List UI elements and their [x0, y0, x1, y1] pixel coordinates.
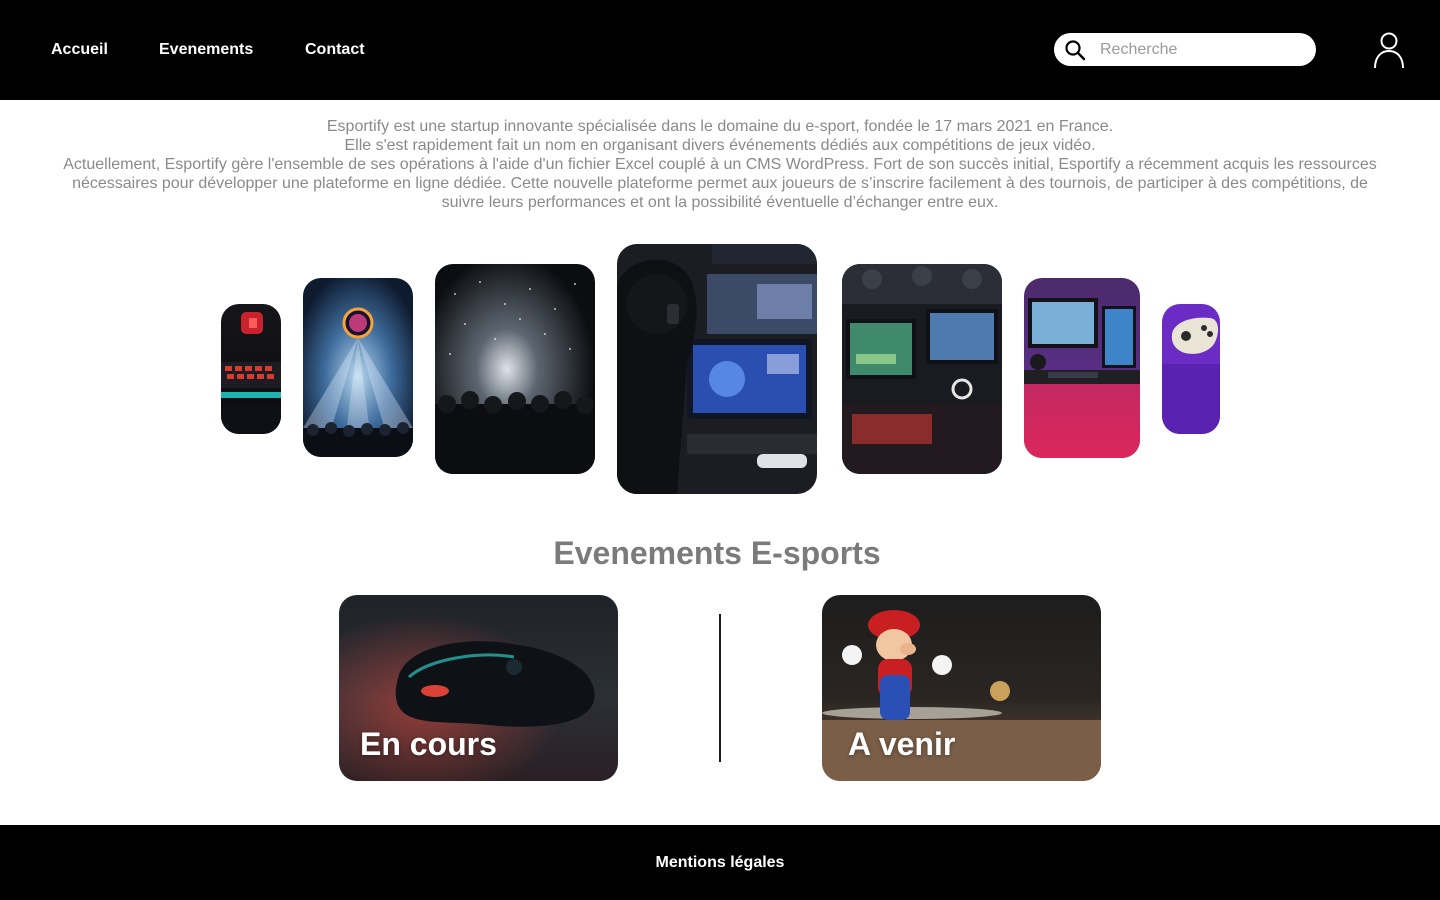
search-icon[interactable] [1064, 39, 1086, 61]
carousel-image-ea-sports[interactable] [303, 278, 413, 457]
user-icon[interactable] [1372, 31, 1406, 69]
nav-evenements[interactable]: Evenements [159, 39, 253, 61]
page: Accueil Evenements Contact Esportify est… [0, 0, 1440, 900]
carousel-image-gaming-setup[interactable] [1024, 278, 1140, 458]
carousel-image-concert-crowd[interactable] [435, 264, 595, 474]
search-input[interactable] [1100, 37, 1305, 62]
intro-line-2: Elle s'est rapidement fait un nom en org… [344, 137, 1096, 154]
event-card-label: A venir [848, 726, 956, 762]
event-card-label: En cours [360, 726, 497, 762]
top-navbar: Accueil Evenements Contact [0, 0, 1440, 100]
carousel-image-keyboard[interactable] [221, 304, 281, 434]
event-card-a-venir[interactable]: A venir [822, 595, 1101, 781]
events-section-title: Evenements E-sports [553, 535, 881, 571]
carousel-image-lan-party[interactable] [842, 264, 1002, 474]
mentions-legales-link[interactable]: Mentions légales [656, 854, 785, 871]
nav-accueil[interactable]: Accueil [51, 39, 108, 61]
intro-text: Esportify est une startup innovante spéc… [60, 117, 1380, 212]
intro-line-1: Esportify est une startup innovante spéc… [326, 118, 1114, 135]
section-divider [719, 614, 721, 762]
nav-contact[interactable]: Contact [305, 39, 365, 61]
carousel-image-esports-player[interactable] [617, 244, 817, 494]
search-bar [1054, 33, 1316, 66]
carousel-image-controller[interactable] [1162, 304, 1220, 434]
intro-paragraph: Actuellement, Esportify gère l'ensemble … [63, 156, 1377, 211]
event-card-en-cours[interactable]: En cours [339, 595, 618, 781]
footer: Mentions légales [0, 825, 1440, 900]
